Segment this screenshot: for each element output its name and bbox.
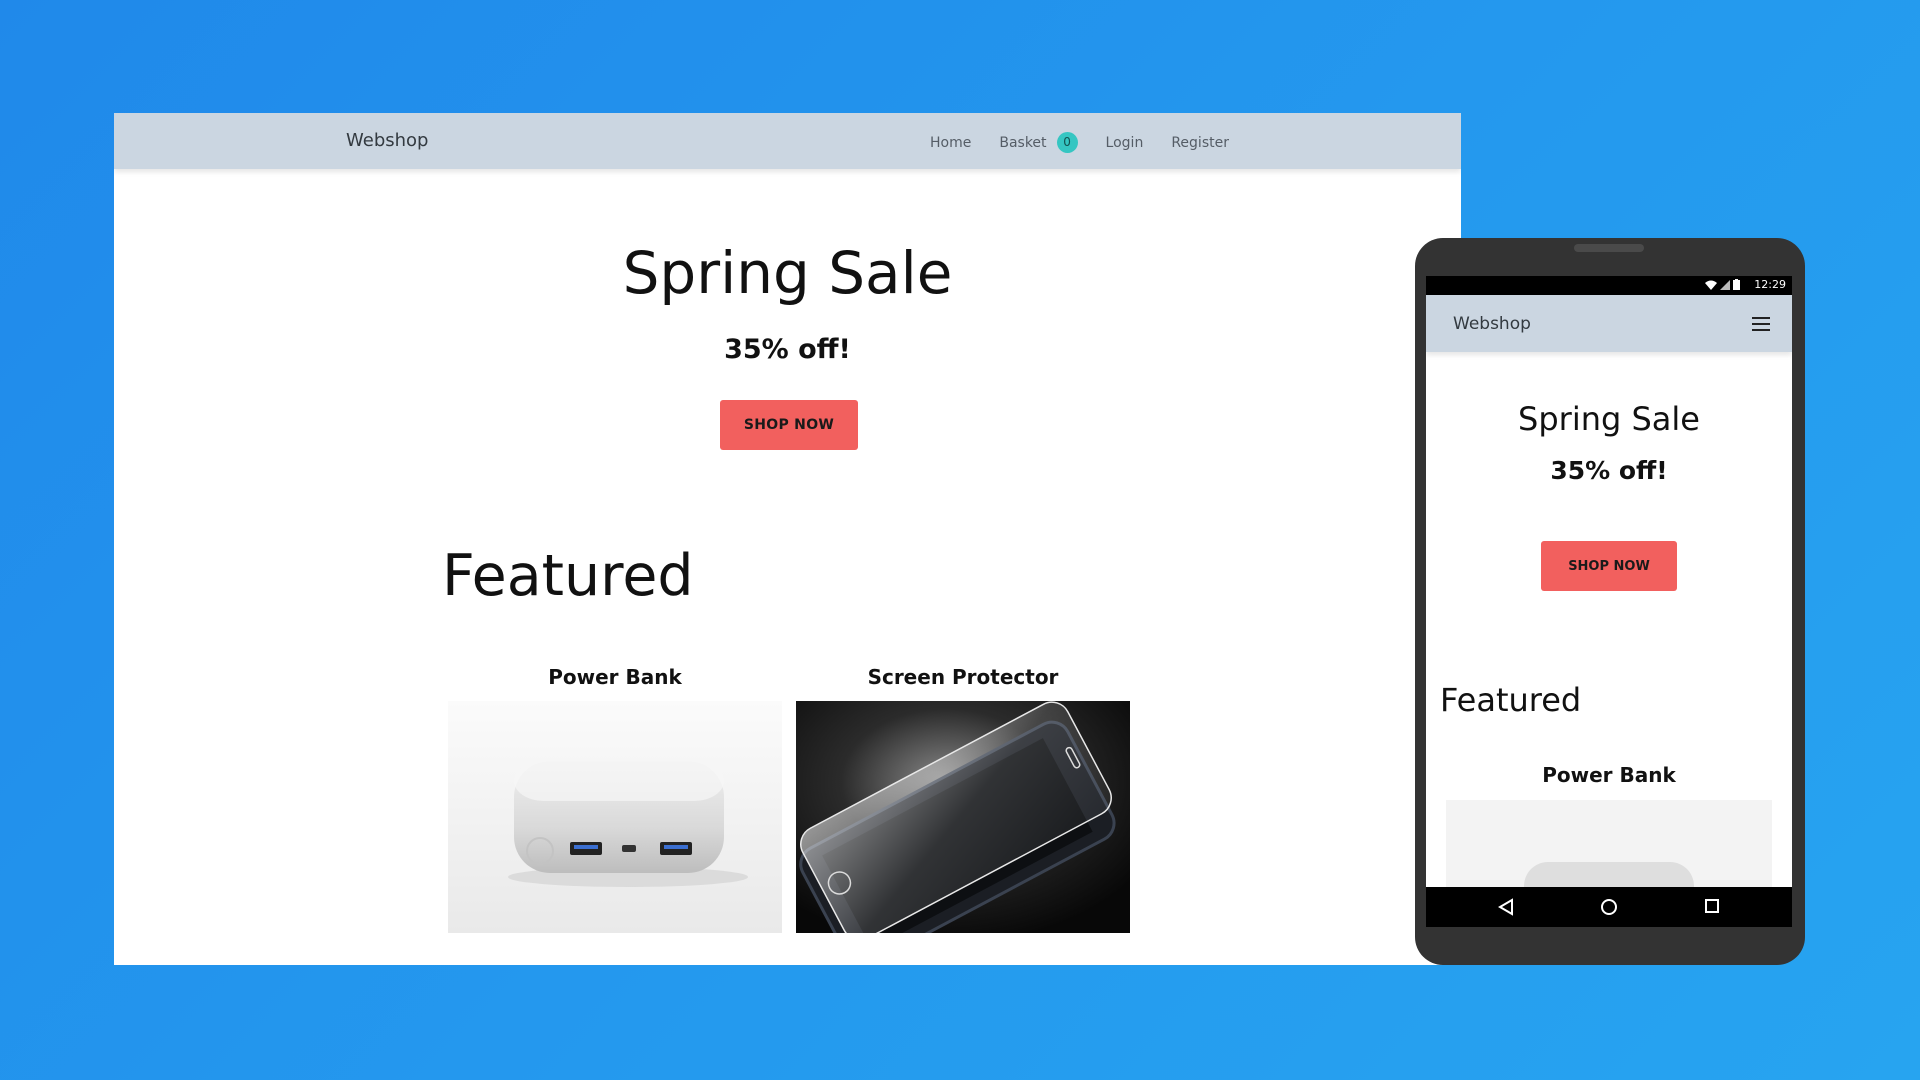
mobile-screen: 12:29 Webshop Spring Sale 35% off! SHOP … xyxy=(1426,276,1792,927)
desktop-window: Webshop Home Basket 0 Login Register Spr… xyxy=(114,113,1461,965)
product-title-screen-protector[interactable]: Screen Protector xyxy=(796,665,1130,689)
basket-count-badge: 0 xyxy=(1056,132,1078,153)
power-bank-image[interactable] xyxy=(448,701,782,933)
nav-register-link[interactable]: Register xyxy=(1171,135,1229,151)
basket-label: Basket xyxy=(999,134,1047,151)
battery-icon xyxy=(1733,279,1740,290)
mobile-shop-now-button[interactable]: SHOP NOW xyxy=(1541,541,1677,591)
status-icons xyxy=(1705,279,1740,290)
mobile-power-bank-image[interactable] xyxy=(1446,800,1772,890)
android-navigation-bar xyxy=(1426,887,1792,927)
product-title-power-bank[interactable]: Power Bank xyxy=(448,665,782,689)
mobile-navbar: Webshop xyxy=(1426,295,1792,352)
hamburger-menu-icon[interactable] xyxy=(1752,317,1770,331)
mobile-brand-logo[interactable]: Webshop xyxy=(1453,314,1531,334)
hero-title: Spring Sale xyxy=(622,239,953,307)
nav-home-link[interactable]: Home xyxy=(930,135,971,151)
nav-basket-link[interactable]: Basket 0 xyxy=(999,132,1078,153)
mobile-product-title-power-bank[interactable]: Power Bank xyxy=(1426,763,1792,787)
status-bar: 12:29 xyxy=(1426,276,1792,295)
mobile-featured-heading: Featured xyxy=(1440,681,1582,719)
signal-icon xyxy=(1720,279,1730,290)
nav-login-link[interactable]: Login xyxy=(1106,135,1144,151)
back-icon[interactable] xyxy=(1498,898,1514,916)
wifi-icon xyxy=(1705,280,1717,290)
nav-links: Home Basket 0 Login Register xyxy=(930,132,1257,153)
mobile-phone-frame: 12:29 Webshop Spring Sale 35% off! SHOP … xyxy=(1415,238,1805,965)
recents-icon[interactable] xyxy=(1704,898,1720,914)
hero-subtitle: 35% off! xyxy=(724,334,851,365)
home-icon[interactable] xyxy=(1600,898,1618,916)
featured-heading: Featured xyxy=(442,543,694,609)
shop-now-button[interactable]: SHOP NOW xyxy=(720,400,858,450)
status-time: 12:29 xyxy=(1754,278,1786,291)
mobile-hero-subtitle: 35% off! xyxy=(1550,456,1668,485)
brand-logo[interactable]: Webshop xyxy=(346,130,428,151)
screen-protector-image[interactable] xyxy=(796,701,1130,933)
mobile-hero-title: Spring Sale xyxy=(1518,400,1700,438)
desktop-navbar: Webshop Home Basket 0 Login Register xyxy=(114,113,1461,169)
phone-speaker xyxy=(1574,244,1644,252)
